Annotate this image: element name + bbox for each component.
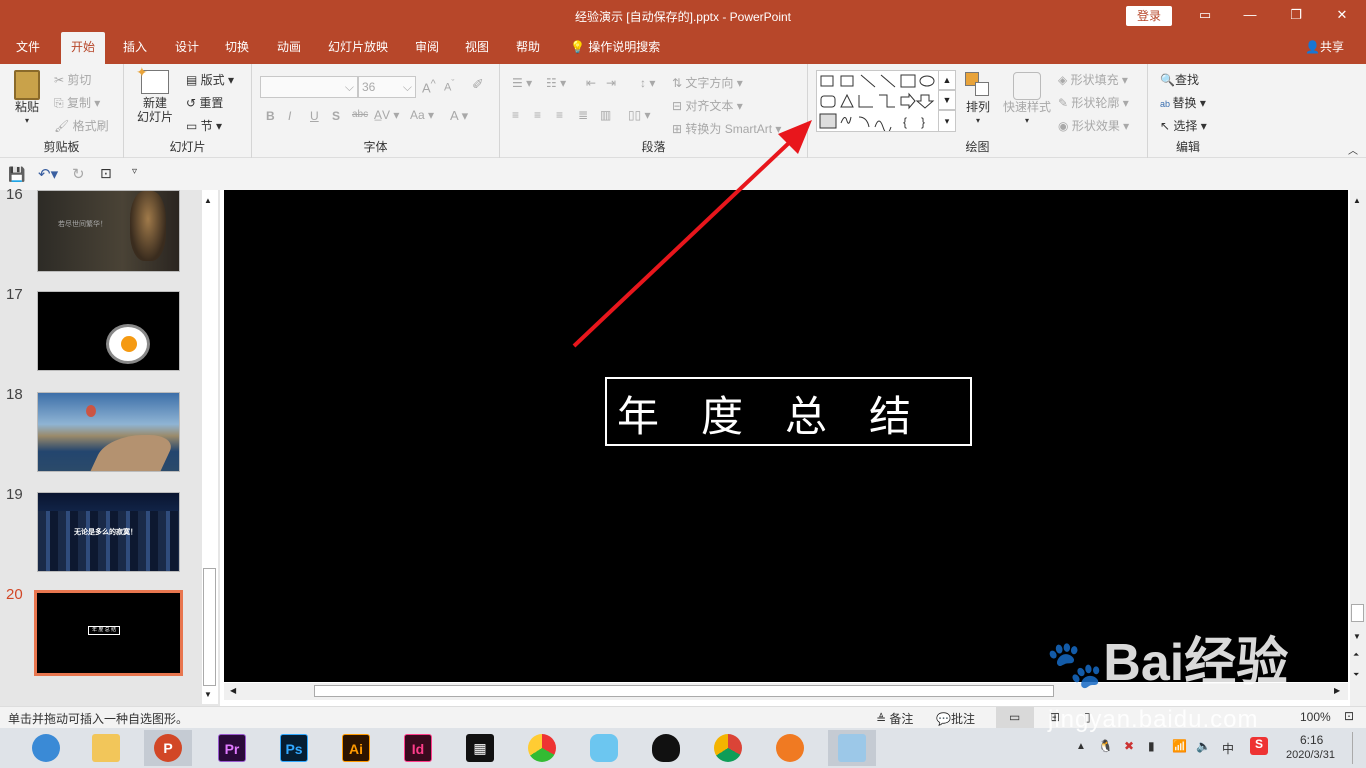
indesign-icon: Id <box>404 734 432 762</box>
scroll-right-icon[interactable]: ▶ <box>1334 686 1340 695</box>
taskbar-premiere[interactable]: Pr <box>208 730 256 766</box>
windows-taskbar: P Pr Ps Ai Id ▦ ▲ 🐧 ✖ ▮ 📶 🔈 中 S 6:16 202… <box>0 728 1366 768</box>
comments-label: 批注 <box>950 712 975 726</box>
show-desktop-button[interactable] <box>1352 732 1362 764</box>
comment-icon: 💬 <box>936 712 951 726</box>
taskbar-chrome[interactable] <box>704 730 752 766</box>
paw-icon: 🐾 <box>1046 638 1104 690</box>
tray-expand-icon[interactable]: ▲ <box>1076 741 1086 752</box>
comments-button[interactable]: 💬批注 <box>936 710 975 727</box>
search-globe-icon <box>32 734 60 762</box>
cat-app-icon <box>590 734 618 762</box>
powerpoint-icon: P <box>154 734 182 762</box>
scroll-up-icon[interactable]: ▲ <box>1353 196 1361 205</box>
normal-view-icon: ▭ <box>1009 710 1021 724</box>
taskbar-powerpoint[interactable]: P <box>144 730 192 766</box>
taskbar-indesign[interactable]: Id <box>394 730 442 766</box>
normal-view-button[interactable]: ▭ <box>996 707 1034 728</box>
taskbar-app-umbrella[interactable] <box>518 730 566 766</box>
taskbar-illustrator[interactable]: Ai <box>332 730 380 766</box>
tray-battery-icon[interactable]: ▮ <box>1148 739 1155 753</box>
tray-antivirus-icon[interactable]: ✖ <box>1124 739 1134 753</box>
scrollbar-thumb[interactable] <box>1351 604 1364 622</box>
qq-penguin-icon <box>652 734 680 762</box>
notes-icon: ≜ <box>876 712 890 726</box>
chrome-icon <box>714 734 742 762</box>
taskbar-start-search[interactable] <box>22 730 70 766</box>
arrow-shaft <box>572 138 794 348</box>
next-slide-icon[interactable]: ⏷ <box>1353 670 1359 680</box>
taskbar-video-editor[interactable]: ▦ <box>456 730 504 766</box>
folder-icon <box>92 734 120 762</box>
scrollbar-thumb[interactable] <box>314 685 1054 697</box>
watermark-brand: Bai经验 <box>1103 634 1289 692</box>
umbrella-icon <box>528 734 556 762</box>
baidu-watermark: 🐾Bai经验 <box>1046 620 1288 695</box>
scroll-left-icon[interactable]: ◀ <box>230 686 236 695</box>
notes-label: 备注 <box>889 712 914 726</box>
taskbar-notepad[interactable] <box>828 730 876 766</box>
film-icon: ▦ <box>466 734 494 762</box>
taskbar-file-explorer[interactable] <box>82 730 130 766</box>
taskbar-qq[interactable] <box>642 730 690 766</box>
scroll-down-icon[interactable]: ▼ <box>1353 632 1361 641</box>
illustrator-icon: Ai <box>342 734 370 762</box>
tray-ime-label[interactable]: 中 <box>1222 740 1234 757</box>
zoom-level[interactable]: 100% <box>1300 710 1331 724</box>
previous-slide-icon[interactable]: ⏶ <box>1353 650 1359 660</box>
tray-network-icon[interactable]: 📶 <box>1172 739 1187 753</box>
clock-time[interactable]: 6:16 <box>1300 733 1323 747</box>
taskbar-app-orange[interactable] <box>766 730 814 766</box>
notepad-icon <box>838 734 866 762</box>
taskbar-app-cat[interactable] <box>580 730 628 766</box>
slide-vertical-scrollbar[interactable]: ▲ ▼ ⏶ ⏷ <box>1350 190 1366 706</box>
tray-sogou-icon[interactable]: S <box>1250 737 1268 755</box>
tray-qq-icon[interactable]: 🐧 <box>1098 739 1113 753</box>
orange-app-icon <box>776 734 804 762</box>
fit-to-window-icon[interactable]: ⊡ <box>1344 709 1354 723</box>
premiere-icon: Pr <box>218 734 246 762</box>
clock-date[interactable]: 2020/3/31 <box>1286 749 1335 761</box>
status-hint: 单击并拖动可插入一种自选图形。 <box>8 712 189 726</box>
taskbar-photoshop[interactable]: Ps <box>270 730 318 766</box>
notes-button[interactable]: ≜ 备注 <box>876 710 913 727</box>
watermark-url: jingyan.baidu.com <box>1048 706 1259 733</box>
tray-volume-icon[interactable]: 🔈 <box>1196 739 1211 753</box>
photoshop-icon: Ps <box>280 734 308 762</box>
